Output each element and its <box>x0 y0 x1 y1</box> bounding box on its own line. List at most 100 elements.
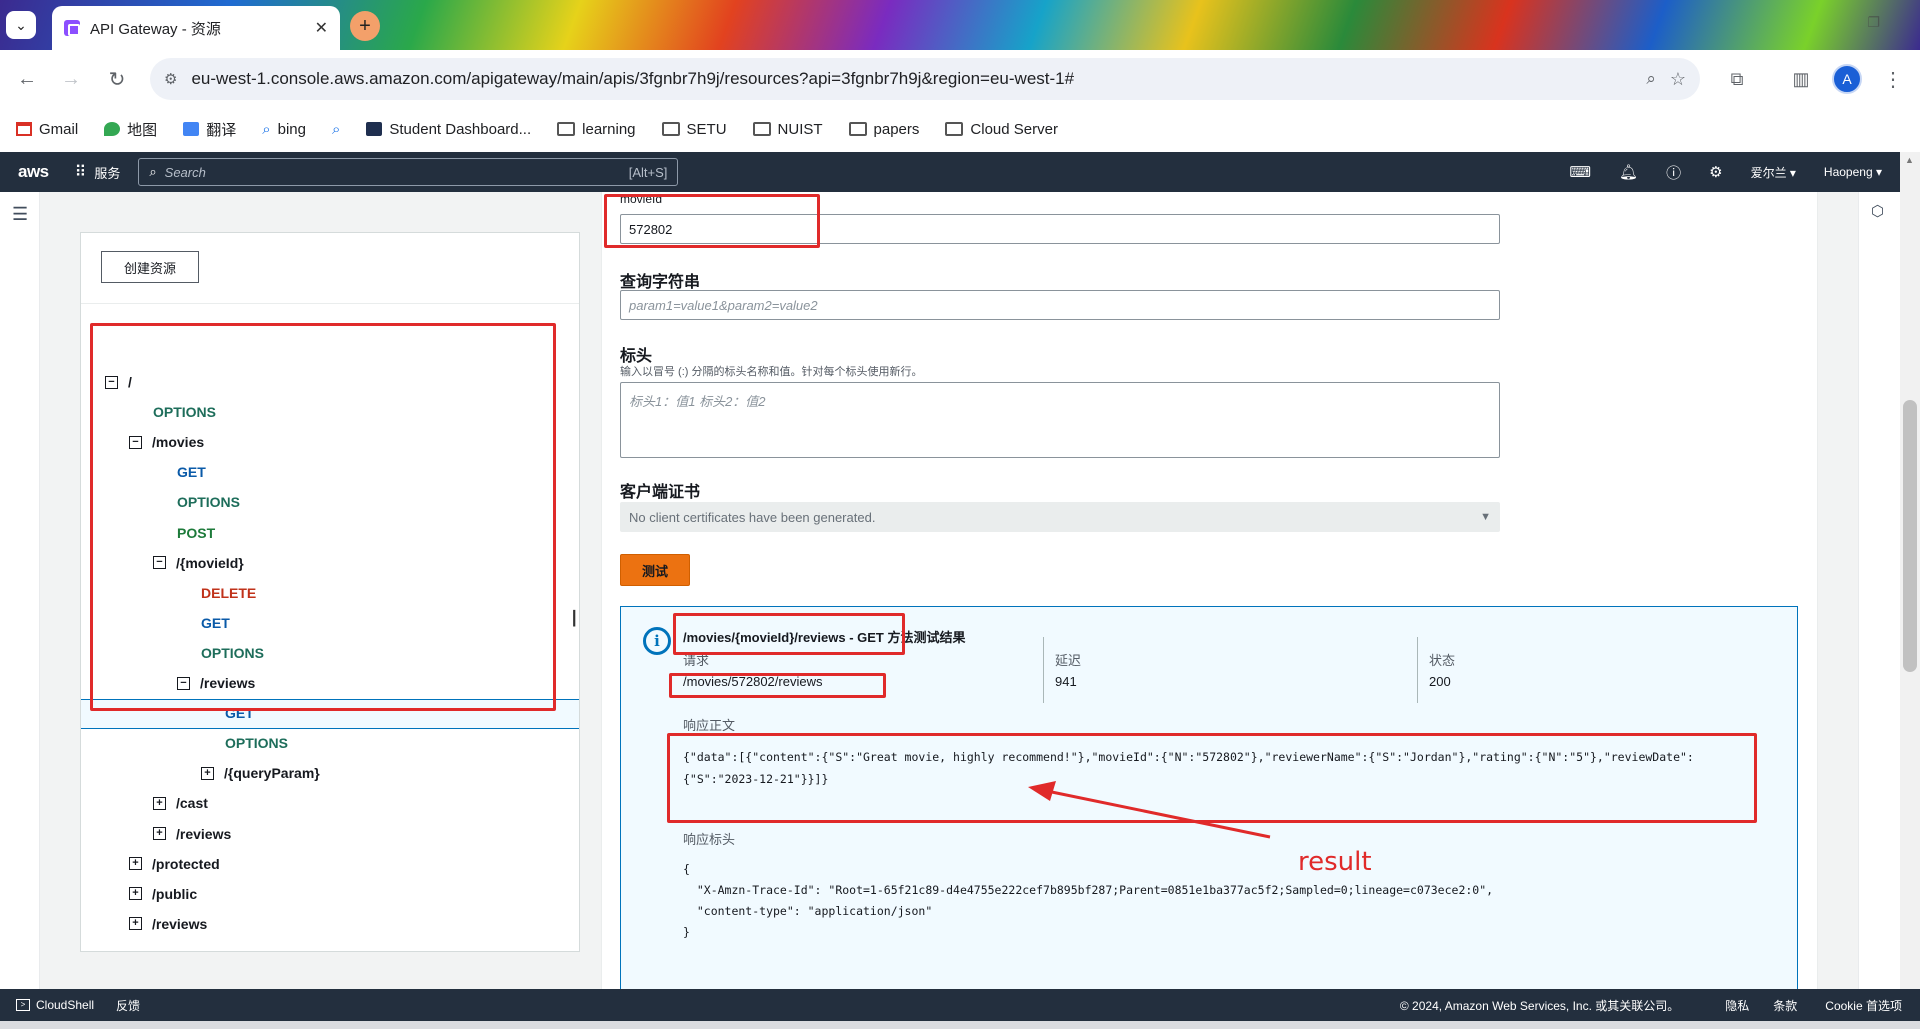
services-menu[interactable]: ⠿ 服务 <box>75 162 121 182</box>
panel-resize-handle[interactable]: ┃ <box>570 610 578 627</box>
cloudshell-icon[interactable]: ⌨ <box>1569 163 1591 181</box>
expand-icon[interactable]: + <box>153 796 166 810</box>
privacy-link[interactable]: 隐私 <box>1725 997 1749 1014</box>
status-label: 状态 <box>1429 653 1456 668</box>
test-button[interactable]: 测试 <box>620 554 690 586</box>
back-arrow-icon[interactable]: ← <box>12 64 42 94</box>
browser-nav-bar: ← → ↻ ⚙ eu-west-1.console.aws.amazon.com… <box>0 50 1920 108</box>
divider <box>1417 637 1418 703</box>
tree-row[interactable]: + /public <box>129 883 197 905</box>
bookmark-cloud-server[interactable]: Cloud Server <box>945 121 1058 138</box>
zoom-icon[interactable]: ⌕ <box>1646 69 1656 89</box>
caret-down-icon: ▼ <box>1480 511 1491 523</box>
settings-gear-icon[interactable]: ⚙ <box>1709 163 1722 181</box>
latency-value: 941 <box>1055 674 1077 689</box>
browser-menu-icon[interactable]: ⋮ <box>1878 64 1908 94</box>
help-icon[interactable]: ⓘ <box>1666 162 1681 183</box>
resource-path-label: /public <box>152 885 198 902</box>
new-tab-button[interactable]: + <box>350 11 380 41</box>
resource-path-label: /reviews <box>176 825 232 842</box>
folder-icon <box>557 122 576 136</box>
annotation-arrow <box>1028 781 1271 839</box>
hamburger-menu-icon[interactable]: ☰ <box>12 204 28 225</box>
tree-row[interactable]: + /cast <box>153 792 208 814</box>
bookmark-bing[interactable]: ⌕ bing <box>262 121 306 138</box>
browser-tab-active[interactable]: API Gateway - 资源 ✕ <box>52 6 340 50</box>
feedback-link[interactable]: 反馈 <box>116 997 140 1014</box>
latency-label: 延迟 <box>1055 653 1082 668</box>
folder-icon <box>752 122 771 136</box>
copyright-text: © 2024, Amazon Web Services, Inc. 或其关联公司… <box>1399 998 1680 1013</box>
aws-logo[interactable]: aws <box>18 162 49 182</box>
tree-row[interactable]: + /reviews <box>153 823 231 845</box>
expand-icon[interactable]: + <box>129 917 142 931</box>
query-string-input[interactable]: param1=value1&param2=value2 <box>620 290 1500 320</box>
browser-tab-bar: ⌄ API Gateway - 资源 ✕ + ❐ <box>0 0 1920 50</box>
response-body-label: 响应正文 <box>683 718 736 733</box>
bookmark-maps[interactable]: 地图 <box>104 119 157 140</box>
bookmark-setu[interactable]: SETU <box>661 121 727 138</box>
tools-panel-icon[interactable]: ⬡ <box>1871 202 1884 220</box>
response-headers-line: } <box>683 925 690 939</box>
bookmarks-bar: Gmail 地图 翻译 ⌕ bing ⌕ Student Dashboard...… <box>0 108 1920 150</box>
tree-row[interactable]: + /protected <box>129 853 220 875</box>
bookmark-gmail[interactable]: Gmail <box>16 121 78 138</box>
arrow-head <box>1028 781 1056 801</box>
tree-row[interactable]: OPTIONS <box>225 732 288 754</box>
resource-path-label: /reviews <box>152 915 208 932</box>
divider <box>81 303 579 304</box>
expand-icon[interactable]: + <box>201 766 214 780</box>
address-bar[interactable]: ⚙ eu-west-1.console.aws.amazon.com/apiga… <box>150 58 1700 100</box>
response-headers-line: { <box>683 862 690 876</box>
region-selector[interactable]: 爱尔兰 ▾ <box>1751 164 1796 181</box>
expand-icon[interactable]: + <box>129 887 142 901</box>
response-headers-line: "content-type": "application/json" <box>683 904 933 918</box>
extensions-icon[interactable]: ⧉ <box>1722 64 1752 94</box>
forward-arrow-icon[interactable]: → <box>56 64 86 94</box>
client-cert-select[interactable]: No client certificates have been generat… <box>620 502 1500 532</box>
bookmark-nuist[interactable]: NUIST <box>752 121 823 138</box>
divider <box>1043 637 1044 703</box>
search-input[interactable]: ⌕ Search [Alt+S] <box>138 158 679 186</box>
info-icon: i <box>643 627 671 655</box>
scroll-up-icon[interactable]: ▲ <box>1905 155 1914 165</box>
search-icon: ⌕ <box>331 120 341 138</box>
tree-row[interactable]: + /{queryParam} <box>201 762 320 784</box>
bookmark-student-dashboard[interactable]: Student Dashboard... <box>366 121 531 138</box>
folder-icon <box>661 122 680 136</box>
close-icon[interactable]: ✕ <box>315 18 328 38</box>
bookmark-papers[interactable]: papers <box>848 121 919 138</box>
side-panel-icon[interactable]: ▥ <box>1786 64 1816 94</box>
url-text[interactable]: eu-west-1.console.aws.amazon.com/apigate… <box>191 69 1632 89</box>
page-scrollbar-thumb[interactable] <box>1903 400 1917 672</box>
bookmark-search[interactable]: ⌕ <box>332 121 340 138</box>
profile-avatar[interactable]: A <box>1832 64 1862 94</box>
bookmark-star-icon[interactable]: ☆ <box>1670 69 1686 90</box>
expand-icon[interactable]: + <box>153 827 166 840</box>
tree-row[interactable]: + /reviews <box>129 913 207 935</box>
response-headers-label: 响应标头 <box>683 832 736 847</box>
window-restore-icon[interactable]: ❐ <box>1867 14 1880 31</box>
cloudshell-link[interactable]: > CloudShell <box>16 998 94 1012</box>
annotation-label-result: result <box>1298 847 1372 877</box>
notifications-bell-icon[interactable]: 🔔︎ <box>1619 163 1638 181</box>
query-string-label: 查询字符串 <box>620 274 701 291</box>
bookmark-translate[interactable]: 翻译 <box>183 119 236 140</box>
folder-icon <box>848 122 867 136</box>
bookmark-learning[interactable]: learning <box>557 121 636 138</box>
terms-link[interactable]: 条款 <box>1773 997 1797 1014</box>
header-actions: ⌨ 🔔︎ ⓘ ⚙ 爱尔兰 ▾ Haopeng ▾ <box>1569 152 1882 192</box>
create-resource-button[interactable]: 创建资源 <box>101 251 199 283</box>
reload-icon[interactable]: ↻ <box>102 64 132 94</box>
e2-icon <box>366 122 383 136</box>
cookie-preferences-link[interactable]: Cookie 首选项 <box>1825 997 1902 1014</box>
annotation-box-title <box>673 613 905 655</box>
api-gateway-icon <box>64 20 80 36</box>
search-icon: ⌕ <box>262 120 271 138</box>
headers-textarea[interactable]: 标头1：值1 标头2：值2 <box>620 382 1500 458</box>
user-menu[interactable]: Haopeng ▾ <box>1824 165 1882 179</box>
plus-icon: + <box>359 14 371 37</box>
tab-search-button[interactable]: ⌄ <box>6 11 36 39</box>
site-info-icon[interactable]: ⚙ <box>164 70 177 88</box>
expand-icon[interactable]: + <box>129 857 142 871</box>
